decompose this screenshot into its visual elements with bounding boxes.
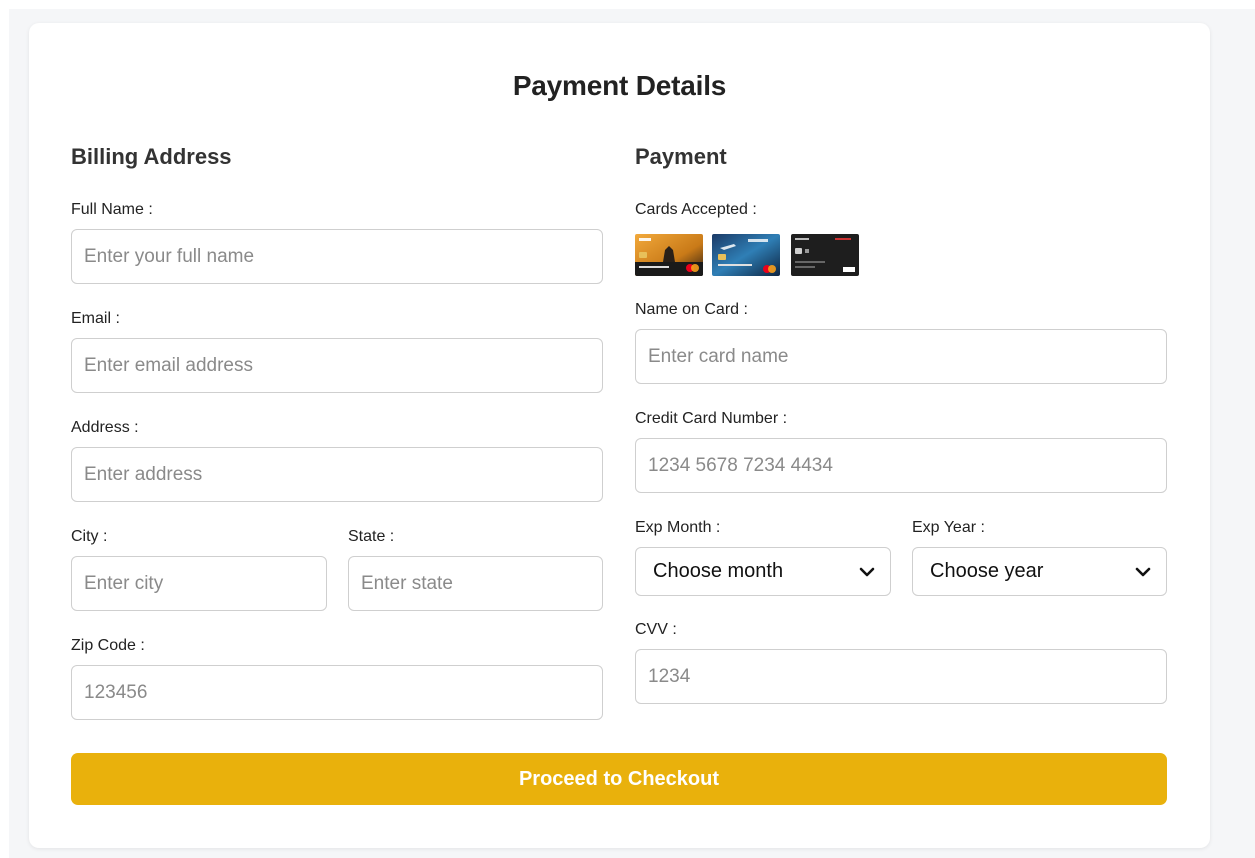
exp-year-selected-value: Choose year — [930, 560, 1044, 582]
payment-heading: Payment — [635, 144, 727, 169]
credit-card-number-input[interactable] — [635, 438, 1167, 493]
address-label: Address : — [71, 419, 139, 436]
state-input[interactable] — [348, 556, 603, 611]
cvv-label: CVV : — [635, 621, 677, 638]
chevron-down-icon — [858, 563, 876, 581]
city-input[interactable] — [71, 556, 327, 611]
name-on-card-input[interactable] — [635, 329, 1167, 384]
cvv-input[interactable] — [635, 649, 1167, 704]
state-label: State : — [348, 528, 395, 545]
payment-form-card: Payment Details Billing Address Full Nam… — [29, 23, 1210, 848]
cards-accepted-label: Cards Accepted : — [635, 201, 757, 218]
mastercard-blue-card-icon — [712, 234, 780, 276]
email-input[interactable] — [71, 338, 603, 393]
email-label: Email : — [71, 310, 120, 327]
credit-card-number-label: Credit Card Number : — [635, 410, 788, 427]
exp-year-select[interactable]: Choose year — [912, 547, 1167, 596]
city-label: City : — [71, 528, 108, 545]
proceed-to-checkout-button[interactable]: Proceed to Checkout — [71, 753, 1167, 805]
billing-address-heading: Billing Address — [71, 144, 232, 169]
zip-code-label: Zip Code : — [71, 637, 145, 654]
exp-month-select[interactable]: Choose month — [635, 547, 891, 596]
name-on-card-label: Name on Card : — [635, 301, 748, 318]
exp-year-label: Exp Year : — [912, 519, 985, 536]
exp-month-selected-value: Choose month — [653, 560, 784, 582]
zip-code-input[interactable] — [71, 665, 603, 720]
exp-month-label: Exp Month : — [635, 519, 721, 536]
chevron-down-icon — [1134, 563, 1152, 581]
full-name-input[interactable] — [71, 229, 603, 284]
address-input[interactable] — [71, 447, 603, 502]
mastercard-gold-card-icon — [635, 234, 703, 276]
top-strip — [0, 0, 1255, 9]
page-title: Payment Details — [512, 70, 727, 101]
full-name-label: Full Name : — [71, 201, 153, 218]
visa-black-card-icon — [791, 234, 859, 276]
left-strip — [0, 0, 9, 858]
